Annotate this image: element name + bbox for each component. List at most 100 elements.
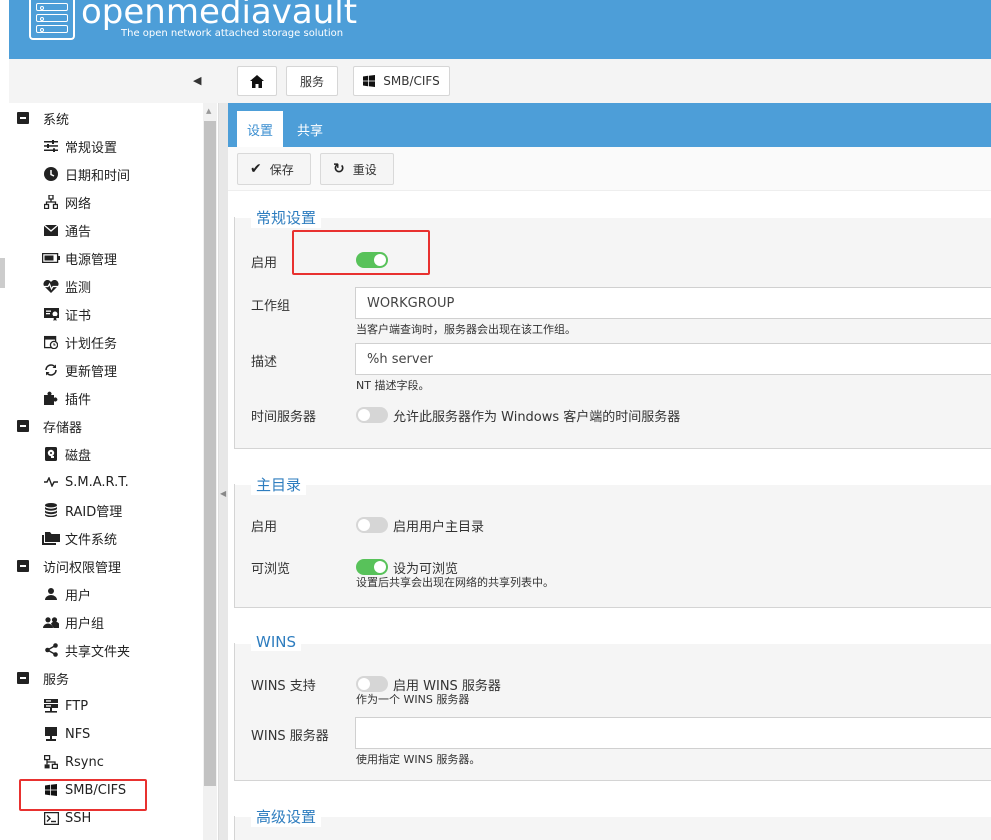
sidebar-scroll-thumb[interactable] xyxy=(204,121,216,786)
server-logo-icon xyxy=(29,0,75,40)
sidebar-item-updates[interactable]: 更新管理 xyxy=(42,360,117,380)
main-panel: 设置 共享 ✔保存 ↻重设 常规设置 启用 工作组 当客户端查询时，服务器会出现… xyxy=(228,103,991,840)
homes-legend: 主目录 xyxy=(251,474,307,495)
calendar-clock-icon xyxy=(42,335,60,349)
wins-legend: WINS xyxy=(251,633,301,651)
breadcrumb-bar: ◀ 服务 SMB/CIFS xyxy=(9,59,991,103)
reset-button[interactable]: ↻ 重设 xyxy=(320,153,394,185)
puzzle-icon xyxy=(42,391,60,405)
sidebar-item-users[interactable]: 用户 xyxy=(42,584,91,604)
homes-fieldset: 主目录 启用 启用用户主目录 可浏览 设为可浏览 设置后共享会出现在网络的共享列… xyxy=(234,473,991,608)
sidebar-item-raid[interactable]: RAID管理 xyxy=(42,500,122,520)
timeserver-text: 允许此服务器作为 Windows 客户端的时间服务器 xyxy=(393,410,681,425)
workgroup-label: 工作组 xyxy=(251,299,291,314)
collapse-arrow-icon[interactable]: ◀ xyxy=(220,489,226,498)
advanced-fieldset: 高级设置 xyxy=(234,805,991,840)
server-rack-icon xyxy=(42,699,60,713)
sidebar-item-notification[interactable]: 通告 xyxy=(42,220,91,240)
homes-enable-toggle[interactable] xyxy=(356,517,388,533)
hard-disk-icon xyxy=(42,447,60,461)
database-icon xyxy=(42,503,60,517)
sidebar-item-smart[interactable]: S.M.A.R.T. xyxy=(42,472,129,492)
sidebar-group-services[interactable]: 服务 xyxy=(17,668,69,688)
sidebar-item-rsync[interactable]: Rsync xyxy=(42,752,104,772)
sidebar-scrollbar[interactable]: ▲ xyxy=(203,103,217,840)
network-icon xyxy=(42,195,60,209)
sidebar-item-usergroups[interactable]: 用户组 xyxy=(42,612,104,632)
wins-fieldset: WINS WINS 支持 启用 WINS 服务器 作为一个 WINS 服务器 W… xyxy=(234,632,991,781)
heartbeat-icon xyxy=(42,279,60,293)
sidebar-group-storage[interactable]: 存储器 xyxy=(17,416,82,436)
scroll-up-icon[interactable]: ▲ xyxy=(206,107,211,115)
battery-icon xyxy=(42,253,60,263)
refresh-icon xyxy=(42,363,60,377)
sidebar-item-ssh[interactable]: SSH xyxy=(42,808,91,828)
timeserver-toggle[interactable] xyxy=(356,407,388,423)
windows-icon xyxy=(363,75,376,87)
sitemap-icon xyxy=(42,755,60,769)
clock-icon xyxy=(42,167,60,181)
highlight-smb-box xyxy=(19,779,147,811)
sidebar-item-network[interactable]: 网络 xyxy=(42,192,91,212)
collapse-minus-icon xyxy=(17,560,29,572)
homes-enable-label: 启用 xyxy=(251,520,278,535)
general-legend: 常规设置 xyxy=(251,207,322,228)
reload-icon: ↻ xyxy=(333,161,345,177)
pulse-icon xyxy=(42,477,60,487)
description-input[interactable] xyxy=(355,343,991,375)
collapse-sidebar-icon[interactable]: ◀ xyxy=(193,74,201,87)
sidebar-item-nfs[interactable]: NFS xyxy=(42,724,90,744)
breadcrumb-smb[interactable]: SMB/CIFS xyxy=(353,66,450,96)
advanced-legend: 高级设置 xyxy=(251,806,322,827)
browse-label: 可浏览 xyxy=(251,562,291,577)
folders-icon xyxy=(42,531,60,545)
user-icon xyxy=(42,588,60,600)
desktop-icon xyxy=(42,727,60,741)
sidebar-item-sharedfolders[interactable]: 共享文件夹 xyxy=(42,640,130,660)
wins-support-hint: 作为一个 WINS 服务器 xyxy=(356,693,470,706)
wins-server-input[interactable] xyxy=(355,717,991,749)
home-icon xyxy=(250,74,264,88)
browse-toggle[interactable] xyxy=(356,559,388,575)
highlight-enable-box xyxy=(292,230,430,275)
workgroup-input[interactable] xyxy=(355,287,991,319)
sidebar-item-disks[interactable]: 磁盘 xyxy=(42,444,91,464)
save-button[interactable]: ✔ 保存 xyxy=(237,153,311,185)
sidebar-item-scheduled[interactable]: 计划任务 xyxy=(42,332,117,352)
sidebar-item-certificates[interactable]: 证书 xyxy=(42,304,91,324)
enable-label: 启用 xyxy=(251,256,278,271)
breadcrumb-services[interactable]: 服务 xyxy=(286,66,338,96)
sliders-icon xyxy=(42,140,60,152)
terminal-icon xyxy=(42,811,60,825)
sidebar-item-power[interactable]: 电源管理 xyxy=(42,248,117,268)
collapse-minus-icon xyxy=(17,112,29,124)
home-button[interactable] xyxy=(237,66,277,96)
sidebar-item-datetime[interactable]: 日期和时间 xyxy=(42,164,130,184)
app-header: openmediavault The open network attached… xyxy=(9,0,991,59)
wins-server-label: WINS 服务器 xyxy=(251,729,329,744)
sidebar-item-ftp[interactable]: FTP xyxy=(42,696,88,716)
workgroup-hint: 当客户端查询时，服务器会出现在该工作组。 xyxy=(356,323,576,336)
tab-bar: 设置 共享 xyxy=(228,103,991,147)
sidebar-group-access[interactable]: 访问权限管理 xyxy=(17,556,121,576)
sidebar-item-monitoring[interactable]: 监测 xyxy=(42,276,91,296)
sidebar-item-plugins[interactable]: 插件 xyxy=(42,388,91,408)
check-icon: ✔ xyxy=(250,161,262,177)
timeserver-label: 时间服务器 xyxy=(251,410,317,425)
description-hint: NT 描述字段。 xyxy=(356,379,430,392)
share-icon xyxy=(42,643,60,657)
edge-strip xyxy=(0,258,5,288)
tab-shares[interactable]: 共享 xyxy=(287,111,333,147)
sidebar-nav: 系统 常规设置 日期和时间 网络 通告 电源管理 监测 证书 计划任务 更新管理… xyxy=(9,103,219,840)
action-bar: ✔ 保存 ↻ 重设 xyxy=(228,147,991,191)
sidebar-item-filesystems[interactable]: 文件系统 xyxy=(42,528,117,548)
breadcrumb-smb-label: SMB/CIFS xyxy=(383,74,440,88)
collapse-minus-icon xyxy=(17,672,29,684)
tab-settings[interactable]: 设置 xyxy=(237,111,284,147)
sidebar-item-general[interactable]: 常规设置 xyxy=(42,136,117,156)
wins-support-toggle[interactable] xyxy=(356,676,388,692)
sidebar-group-system[interactable]: 系统 xyxy=(17,108,69,128)
sidebar-splitter[interactable]: ◀ xyxy=(219,103,228,840)
browse-hint: 设置后共享会出现在网络的共享列表中。 xyxy=(356,576,554,589)
wins-server-hint: 使用指定 WINS 服务器。 xyxy=(356,753,481,766)
